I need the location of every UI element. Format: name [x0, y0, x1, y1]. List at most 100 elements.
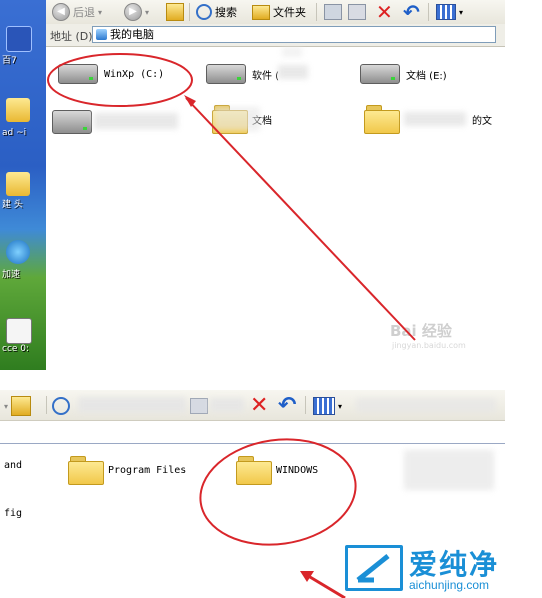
- redacted-area: [404, 112, 466, 126]
- watermark-url: jingyan.baidu.com: [392, 341, 466, 350]
- desktop-label: 加速: [2, 270, 21, 280]
- search-button[interactable]: 搜索: [196, 2, 237, 22]
- delete-button[interactable]: ✕: [250, 392, 269, 418]
- views-button[interactable]: ▾: [436, 2, 463, 22]
- chevron-down-icon: ▾: [98, 7, 103, 17]
- redacted-area: [404, 450, 494, 490]
- up-folder-icon: [11, 396, 32, 416]
- folders-button[interactable]: 文件夹: [252, 2, 306, 22]
- toolbar-separator: [305, 396, 306, 414]
- drive-d[interactable]: 软件 (: [206, 64, 279, 84]
- redacted-area: [210, 398, 244, 412]
- redacted-area: [278, 65, 308, 79]
- views-button[interactable]: ▾: [313, 396, 342, 416]
- item-label: and: [4, 460, 23, 471]
- search-icon: [52, 397, 70, 415]
- redacted-area: [94, 113, 178, 129]
- move-to-icon: [324, 4, 342, 20]
- search-button[interactable]: [52, 396, 70, 416]
- explorer-toolbar: ◀ 后退 ▾ ▶ ▾ 搜索 文件夹 ✕ ↶ ▾: [46, 0, 505, 25]
- hard-drive-icon: [58, 64, 98, 84]
- folder-label: 的文: [472, 115, 492, 127]
- drive-label: 软件 (: [252, 70, 280, 82]
- drive-e[interactable]: 文档 (E:): [360, 64, 447, 84]
- views-grid-icon: [436, 4, 456, 20]
- explorer-toolbar: ▾ ✕ ↶ ▾: [0, 390, 505, 421]
- cd-drive-icon: [52, 110, 92, 134]
- move-to-icon: [190, 398, 208, 414]
- toolbar-separator: [189, 3, 190, 21]
- chevron-down-icon: ▾: [338, 401, 343, 411]
- desktop-label: 建 头: [2, 200, 23, 210]
- up-folder-icon: [166, 3, 184, 21]
- folder-program-files[interactable]: Program Files: [68, 456, 187, 485]
- address-label: 地址 (D): [50, 30, 93, 43]
- views-grid-icon: [313, 397, 335, 415]
- folder-icon: [252, 4, 270, 20]
- search-label: 搜索: [215, 6, 237, 19]
- redacted-area: [282, 47, 302, 57]
- folder-label: WINDOWS: [276, 464, 319, 476]
- chevron-down-icon: ▾: [459, 7, 464, 17]
- redacted-area: [78, 397, 186, 413]
- chevron-down-icon: ▾: [4, 401, 9, 411]
- drive-label: WinXp (C:): [104, 68, 165, 80]
- close-x-icon: ✕: [250, 392, 269, 418]
- up-folder-button[interactable]: ▾: [4, 396, 32, 416]
- desktop-label: cce 0:: [2, 344, 30, 354]
- desktop-shortcut-icon[interactable]: [6, 318, 32, 344]
- up-folder-button[interactable]: [166, 2, 184, 22]
- logo-url: aichunjing.com: [409, 578, 490, 592]
- toolbar-separator: [316, 3, 317, 21]
- drive-c[interactable]: WinXp (C:): [58, 64, 164, 84]
- back-label: 后退: [73, 6, 95, 19]
- forward-button[interactable]: ▶ ▾: [124, 2, 149, 22]
- watermark-brand: Bai 经验: [390, 322, 452, 340]
- delete-button[interactable]: ✕: [376, 0, 393, 24]
- desktop-app-icon[interactable]: [6, 240, 30, 264]
- folder-windows[interactable]: WINDOWS: [236, 456, 319, 485]
- address-input[interactable]: 我的电脑: [92, 26, 496, 43]
- toolbar-separator: [46, 396, 47, 414]
- chevron-down-icon: ▾: [145, 7, 150, 17]
- forward-arrow-icon: ▶: [124, 3, 142, 21]
- desktop-label: 百7: [2, 56, 17, 66]
- folder-icon: [364, 105, 400, 134]
- move-to-button[interactable]: [324, 2, 342, 22]
- hard-drive-icon: [360, 64, 400, 84]
- close-x-icon: ✕: [376, 0, 393, 24]
- folder-icon: [236, 456, 272, 485]
- desktop-folder-icon[interactable]: [6, 172, 30, 196]
- my-computer-icon: [96, 29, 107, 40]
- logo-mark: [345, 545, 403, 591]
- undo-icon: ↶: [278, 392, 297, 418]
- desktop-label: ad ~i: [2, 128, 27, 138]
- desktop-arrow-icon[interactable]: [6, 26, 32, 52]
- back-arrow-icon: ◀: [52, 3, 70, 21]
- redacted-area: [214, 107, 260, 131]
- folder-user-docs[interactable]: 的文: [364, 105, 492, 134]
- item-label: fig: [4, 508, 23, 519]
- copy-to-button[interactable]: [348, 2, 366, 22]
- undo-icon: ↶: [403, 0, 420, 24]
- address-bar: 地址 (D) 我的电脑: [46, 24, 505, 47]
- toolbar-separator: [428, 3, 429, 21]
- hard-drive-icon: [206, 64, 246, 84]
- undo-button[interactable]: ↶: [403, 0, 420, 24]
- move-to-button[interactable]: [190, 396, 208, 416]
- folder-label: Program Files: [108, 464, 187, 476]
- desktop-folder-icon[interactable]: [6, 98, 30, 122]
- top-explorer-window: 百7 ad ~i 建 头 加速 cce 0: ◀ 后退 ▾ ▶ ▾ 搜索 文件夹: [0, 0, 505, 370]
- copy-to-icon: [348, 4, 366, 20]
- drive-label: 文档 (E:): [406, 70, 447, 82]
- address-value: 我的电脑: [110, 28, 154, 41]
- redacted-area: [356, 398, 496, 412]
- cd-drive[interactable]: [52, 110, 92, 134]
- logo-text: 爱纯净: [409, 548, 500, 581]
- undo-button[interactable]: ↶: [278, 392, 297, 418]
- search-icon: [196, 4, 212, 20]
- folders-label: 文件夹: [273, 6, 306, 19]
- folder-icon: [68, 456, 104, 485]
- back-button[interactable]: ◀ 后退 ▾: [52, 2, 102, 22]
- desktop-background-strip: 百7 ad ~i 建 头 加速 cce 0:: [0, 0, 46, 370]
